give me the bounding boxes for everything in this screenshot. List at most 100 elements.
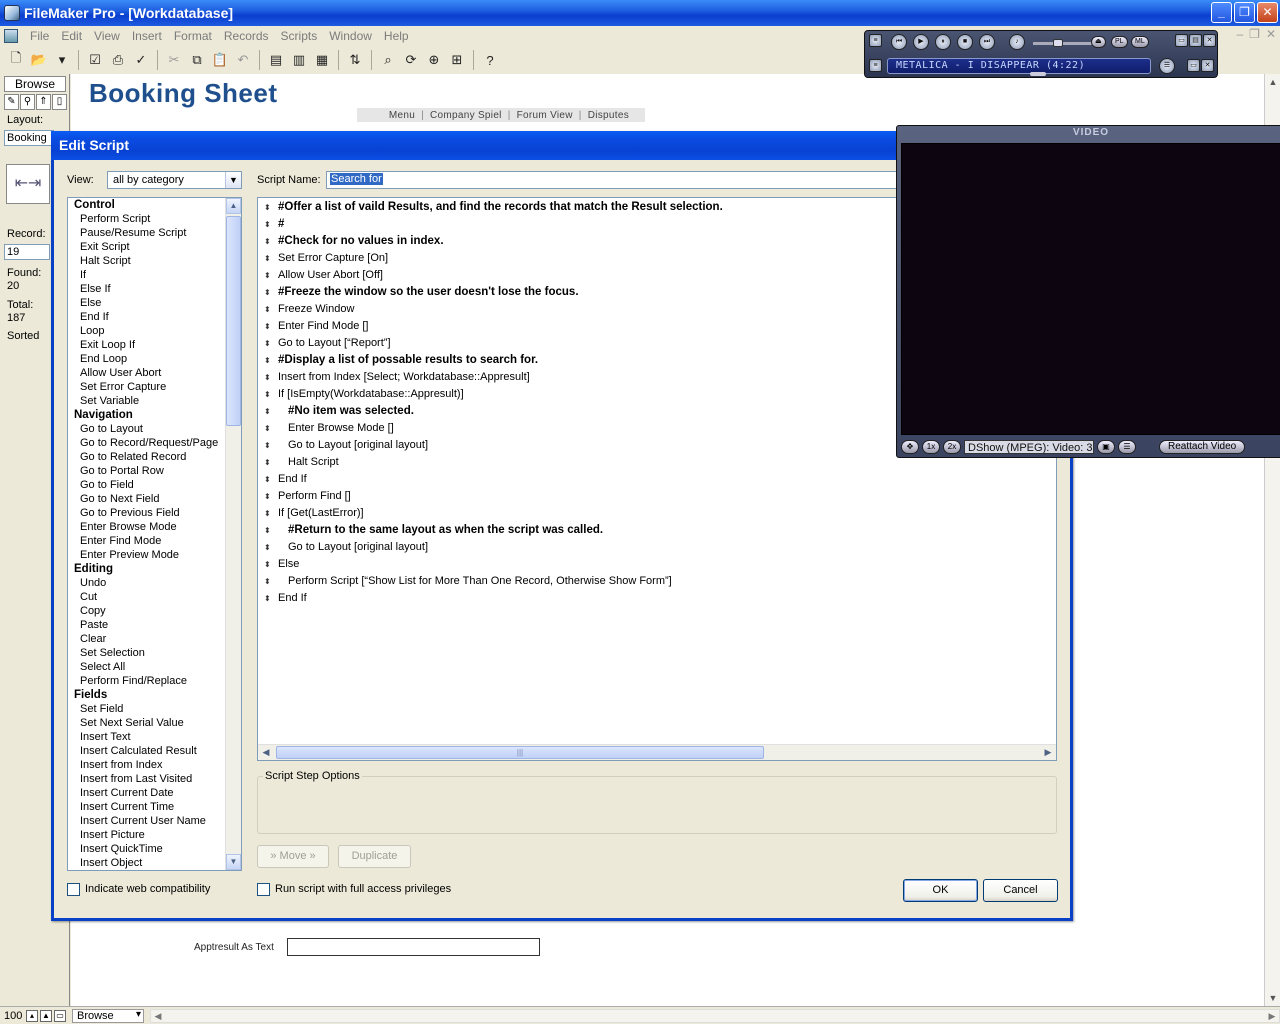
document-icon[interactable]: [4, 29, 18, 43]
script-step-item[interactable]: End Loop: [68, 352, 225, 366]
scroll-down-icon[interactable]: ▼: [1265, 990, 1280, 1006]
seek-handle[interactable]: [1030, 72, 1046, 76]
drag-handle-icon[interactable]: ⬍: [264, 335, 271, 352]
script-step-item[interactable]: Loop: [68, 324, 225, 338]
menu-records[interactable]: Records: [218, 29, 275, 43]
constrain-icon[interactable]: ⊕: [424, 50, 444, 70]
record-number-field[interactable]: 19: [4, 244, 50, 260]
browse-mode-pencil-icon[interactable]: ✎: [4, 94, 19, 110]
print-icon[interactable]: ⎙: [108, 50, 128, 70]
scroll-thumb[interactable]: |||: [276, 746, 764, 759]
help-icon[interactable]: ?: [480, 50, 500, 70]
record-book-icon[interactable]: ⇤⇥: [6, 164, 50, 204]
zoom-level[interactable]: 100: [0, 1010, 26, 1022]
script-step-item[interactable]: Insert QuickTime: [68, 842, 225, 856]
ok-button[interactable]: OK: [903, 879, 978, 902]
script-step-item[interactable]: Set Error Capture: [68, 380, 225, 394]
eject-icon[interactable]: ⏏: [1091, 36, 1106, 48]
open-file-icon[interactable]: 📂: [29, 50, 49, 70]
cancel-button[interactable]: Cancel: [983, 879, 1058, 902]
reattach-video-button[interactable]: Reattach Video: [1159, 440, 1246, 454]
media-library-toggle[interactable]: ML: [1131, 36, 1149, 48]
track-display[interactable]: METALICA - I DISAPPEAR (4:22): [887, 58, 1151, 76]
video-title[interactable]: VIDEO: [897, 126, 1280, 140]
drag-handle-icon[interactable]: ⬍: [264, 318, 271, 335]
scroll-left-icon[interactable]: ◀: [151, 1010, 165, 1022]
script-step-item[interactable]: End If: [68, 310, 225, 324]
find-all-icon[interactable]: ⟳: [401, 50, 421, 70]
drag-handle-icon[interactable]: ⬍: [264, 522, 271, 539]
script-step-item[interactable]: Set Field: [68, 702, 225, 716]
drag-handle-icon[interactable]: ⬍: [264, 420, 271, 437]
scroll-down-icon[interactable]: ▼: [226, 854, 241, 870]
drag-handle-icon[interactable]: ⬍: [264, 437, 271, 454]
zoom-1x-button[interactable]: 1x: [922, 440, 940, 454]
drag-handle-icon[interactable]: ⬍: [264, 233, 271, 250]
script-step-item[interactable]: Enter Browse Mode: [68, 520, 225, 534]
drag-handle-icon[interactable]: ⬍: [264, 471, 271, 488]
menu-format[interactable]: Format: [168, 29, 218, 43]
script-step-item[interactable]: If: [68, 268, 225, 282]
script-step-item[interactable]: Insert Current Date: [68, 786, 225, 800]
drag-handle-icon[interactable]: ⬍: [264, 199, 271, 216]
menu-scripts[interactable]: Scripts: [275, 29, 324, 43]
scroll-left-icon[interactable]: ◀: [258, 745, 274, 760]
script-step-item[interactable]: Enter Preview Mode: [68, 548, 225, 562]
script-step-item[interactable]: Go to Previous Field: [68, 506, 225, 520]
next-icon[interactable]: ⏭: [979, 34, 995, 50]
script-step-item[interactable]: Go to Next Field: [68, 492, 225, 506]
play-icon[interactable]: ▶: [913, 34, 929, 50]
steps-vertical-scrollbar[interactable]: ▲ ▼: [225, 198, 241, 870]
video-menu-icon[interactable]: ☰: [1118, 440, 1136, 454]
script-step-item[interactable]: Insert Current User Name: [68, 814, 225, 828]
nav-forum-view-link[interactable]: Forum View: [517, 110, 573, 121]
drag-handle-icon[interactable]: ⬍: [264, 301, 271, 318]
script-step-item[interactable]: Go to Field: [68, 478, 225, 492]
zoom-in-icon[interactable]: ▲: [40, 1009, 52, 1022]
volume-icon[interactable]: ♪: [1009, 34, 1025, 50]
player-menu-icon[interactable]: ≡: [869, 34, 882, 47]
menu-insert[interactable]: Insert: [126, 29, 168, 43]
drag-handle-icon[interactable]: ⬍: [264, 403, 271, 420]
find-icon[interactable]: ⌕: [378, 50, 398, 70]
doc-close-icon[interactable]: ✕: [1266, 27, 1276, 41]
duplicate-button[interactable]: Duplicate: [338, 845, 411, 868]
drag-handle-icon[interactable]: ⬍: [264, 539, 271, 556]
paste-icon[interactable]: 📋: [210, 50, 230, 70]
drag-handle-icon[interactable]: ⬍: [264, 267, 271, 284]
copy-icon[interactable]: ⧉: [187, 50, 207, 70]
script-step-item[interactable]: Select All: [68, 660, 225, 674]
script-step-item[interactable]: Go to Record/Request/Page: [68, 436, 225, 450]
scroll-thumb[interactable]: [226, 216, 241, 426]
nav-disputes-link[interactable]: Disputes: [588, 110, 629, 121]
script-step-item[interactable]: Set Next Serial Value: [68, 716, 225, 730]
script-step-item[interactable]: Copy: [68, 604, 225, 618]
minimize-button[interactable]: _: [1211, 2, 1232, 23]
script-step-item[interactable]: Else If: [68, 282, 225, 296]
script-step-item[interactable]: Insert Object: [68, 856, 225, 870]
shade-minimize-icon[interactable]: ▭: [1187, 59, 1200, 72]
menu-edit[interactable]: Edit: [55, 29, 88, 43]
dropdown-arrow-icon[interactable]: ▾: [52, 50, 72, 70]
script-step-item[interactable]: Set Selection: [68, 646, 225, 660]
nav-menu-link[interactable]: Menu: [389, 110, 415, 121]
script-step-item[interactable]: Halt Script: [68, 254, 225, 268]
restore-button[interactable]: ❐: [1234, 2, 1255, 23]
script-step-item[interactable]: Exit Script: [68, 240, 225, 254]
scroll-right-icon[interactable]: ▶: [1040, 745, 1056, 760]
menu-view[interactable]: View: [88, 29, 126, 43]
script-step-item[interactable]: Insert from Last Visited: [68, 772, 225, 786]
new-file-icon[interactable]: 🗋: [6, 50, 26, 70]
step-category[interactable]: Editing: [68, 562, 225, 576]
extend-icon[interactable]: ⊞: [447, 50, 467, 70]
menu-help[interactable]: Help: [378, 29, 415, 43]
video-move-icon[interactable]: ✥: [901, 440, 919, 454]
zoom-out-icon[interactable]: ▴: [26, 1009, 38, 1022]
layout-popup[interactable]: Booking: [4, 130, 54, 146]
script-step-item[interactable]: Insert Picture: [68, 828, 225, 842]
drag-handle-icon[interactable]: ⬍: [264, 250, 271, 267]
chevron-down-icon[interactable]: ▼: [225, 172, 241, 188]
script-step-item[interactable]: Perform Find/Replace: [68, 674, 225, 688]
spellcheck-icon[interactable]: ✓: [131, 50, 151, 70]
script-step-item[interactable]: Go to Portal Row: [68, 464, 225, 478]
